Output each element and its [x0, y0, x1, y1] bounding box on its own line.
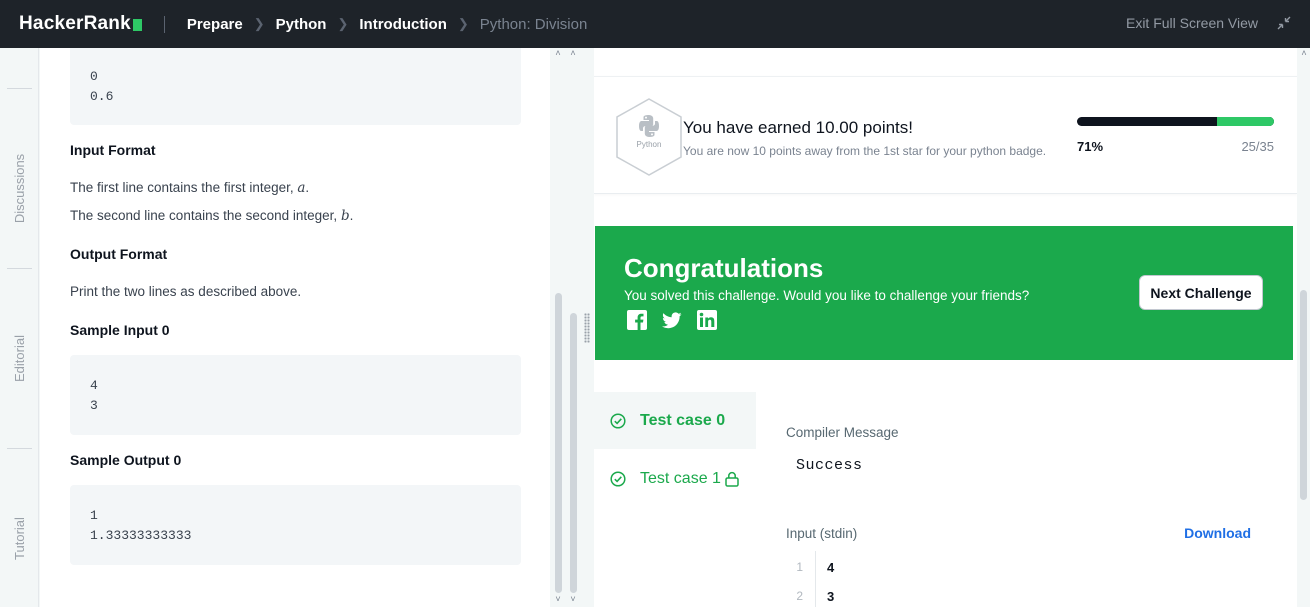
exit-full-screen-link[interactable]: Exit Full Screen View	[1126, 15, 1258, 31]
problem-scrollbar[interactable]: ˄ ˅	[553, 48, 563, 607]
scroll-down-icon[interactable]: ˅	[553, 594, 563, 604]
input-stdin-label: Input (stdin)	[786, 526, 858, 541]
sample-output-block: 1 1.33333333333	[70, 485, 521, 565]
scrollbar-thumb[interactable]	[570, 313, 577, 593]
editor-scrollbar[interactable]: ˄ ˅	[568, 48, 578, 607]
scroll-up-icon[interactable]: ˄	[553, 48, 563, 58]
breadcrumb-current-challenge: Python: Division	[479, 15, 588, 33]
code-line: 4	[90, 378, 98, 393]
input-line-value: 3	[827, 589, 835, 604]
twitter-icon[interactable]	[662, 310, 682, 330]
chevron-right-icon: ❯	[457, 16, 469, 31]
python-badge-icon: Python	[616, 98, 682, 176]
test-case-label: Test case 1	[640, 469, 721, 487]
variable-b: b	[340, 208, 350, 224]
result-panel: Python You have earned 10.00 points! You…	[594, 48, 1297, 607]
line-number-gutter: 1 2	[786, 551, 816, 607]
code-line: 1.33333333333	[90, 528, 192, 543]
chevron-right-icon: ❯	[337, 16, 349, 31]
code-line: 0.6	[90, 89, 114, 104]
next-challenge-button[interactable]: Next Challenge	[1139, 275, 1263, 310]
test-case-list: Test case 0 Test case 1	[594, 392, 756, 607]
hackerrank-logo[interactable]: HackerRank	[19, 13, 142, 35]
tab-label: Editorial	[12, 334, 27, 382]
text: The second line contains the second inte…	[70, 208, 341, 223]
check-circle-icon	[610, 470, 626, 487]
facebook-icon[interactable]	[627, 310, 647, 330]
code-line: 0	[90, 69, 98, 84]
linkedin-icon[interactable]	[697, 310, 717, 330]
logo-text: HackerRank	[19, 13, 131, 34]
drag-handle-icon[interactable]	[584, 313, 590, 343]
breadcrumb-python[interactable]: Python	[276, 16, 327, 33]
output-format-text: Print the two lines as described above.	[70, 284, 302, 299]
minimize-icon[interactable]	[1276, 15, 1292, 31]
sample-input-heading: Sample Input 0	[70, 322, 170, 338]
logo-square-icon	[132, 18, 142, 31]
top-navigation-bar: HackerRank Prepare ❯ Python ❯ Introducti…	[0, 0, 1310, 48]
download-link[interactable]: Download	[1184, 525, 1251, 541]
input-format-line-2: The second line contains the second inte…	[70, 208, 354, 224]
tab-editorial[interactable]: Editorial	[0, 278, 39, 438]
tab-tutorial[interactable]: Tutorial	[0, 458, 39, 607]
output-format-heading: Output Format	[70, 246, 168, 262]
congratulations-title: Congratulations	[624, 253, 824, 283]
input-line-value: 4	[827, 560, 835, 575]
problem-statement-panel: 0 0.6 Input Format The first line contai…	[40, 48, 550, 607]
breadcrumb-introduction[interactable]: Introduction	[359, 16, 446, 33]
compiler-message-label: Compiler Message	[786, 425, 899, 440]
sample-output-block: 0 0.6	[70, 48, 521, 125]
tab-divider	[7, 448, 32, 449]
compiler-message: Success	[796, 457, 863, 474]
sample-output-heading: Sample Output 0	[70, 452, 182, 468]
side-tabs: Discussions Editorial Tutorial	[0, 48, 39, 607]
congratulations-banner: Congratulations You solved this challeng…	[595, 226, 1293, 360]
variable-a: a	[297, 180, 306, 196]
points-earned-title: You have earned 10.00 points!	[683, 118, 914, 137]
badge-progress-bar	[1077, 117, 1274, 126]
breadcrumb-prepare[interactable]: Prepare	[187, 16, 243, 33]
points-earned-subtitle: You are now 10 points away from the 1st …	[683, 144, 1047, 158]
code-line: 3	[90, 398, 98, 413]
scrollbar-thumb[interactable]	[555, 293, 562, 593]
points-card: Python You have earned 10.00 points! You…	[594, 76, 1297, 194]
scrollbar-thumb[interactable]	[1300, 290, 1307, 500]
progress-count: 25/35	[1241, 139, 1274, 154]
tab-discussions[interactable]: Discussions	[0, 108, 39, 268]
chevron-right-icon: ❯	[253, 16, 265, 31]
scroll-up-icon[interactable]: ˄	[1299, 48, 1309, 58]
header-divider	[163, 15, 165, 33]
test-case-label: Test case 0	[640, 411, 726, 429]
tab-label: Tutorial	[12, 516, 27, 560]
test-case-0-tab[interactable]: Test case 0	[594, 392, 756, 449]
tab-label: Discussions	[12, 153, 28, 223]
tab-divider	[7, 88, 32, 89]
test-case-1-tab[interactable]: Test case 1	[594, 450, 756, 507]
progress-fill	[1216, 117, 1274, 126]
input-format-line-1: The first line contains the first intege…	[70, 180, 310, 196]
sample-input-block: 4 3	[70, 355, 521, 435]
text: The first line contains the first intege…	[70, 180, 298, 195]
scroll-down-icon[interactable]: ˅	[568, 594, 578, 604]
progress-percent: 71%	[1077, 139, 1104, 154]
lock-icon	[725, 471, 739, 487]
congratulations-subtitle: You solved this challenge. Would you lik…	[624, 288, 1030, 303]
tab-divider	[7, 268, 32, 269]
check-circle-icon	[610, 412, 626, 429]
line-number: 1	[796, 560, 803, 574]
result-scrollbar[interactable]: ˄	[1297, 48, 1310, 607]
line-number: 2	[796, 589, 803, 603]
scroll-up-icon[interactable]: ˄	[568, 48, 578, 58]
badge-label: Python	[637, 140, 662, 149]
input-format-heading: Input Format	[70, 142, 156, 158]
code-line: 1	[90, 508, 98, 523]
